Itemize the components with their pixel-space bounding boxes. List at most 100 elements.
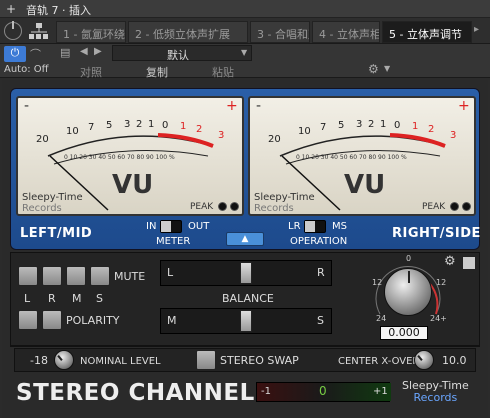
tab-4[interactable]: 4 - 立体声相 — [312, 21, 380, 43]
balance-lr-slider[interactable]: L R — [160, 260, 332, 286]
copy-button[interactable]: 复制 — [146, 64, 168, 80]
right-tick-3: 3 — [356, 119, 363, 130]
polarity-label: POLARITY — [66, 314, 120, 327]
left-pct-scale: 0 10 20 30 40 50 60 70 80 90 100 % — [64, 154, 175, 161]
right-brand: Sleepy-Time Records — [254, 192, 315, 214]
right-brand-sub: Records — [254, 203, 294, 214]
balance-label: BALANCE — [222, 292, 274, 305]
right-tick-1: 1 — [380, 119, 387, 130]
nominal-level-knob[interactable] — [54, 350, 74, 370]
right-tick-7: 7 — [320, 122, 327, 133]
meter-in-out-toggle[interactable] — [160, 220, 182, 233]
preset-selector[interactable]: 默认 ▼ — [112, 45, 252, 62]
balance-r-label: R — [317, 266, 325, 279]
preset-menu-icon[interactable]: ▤ — [60, 46, 70, 59]
tabs-overflow-icon[interactable]: ▸ — [474, 24, 479, 35]
divider — [10, 346, 480, 347]
left-tick-5: 5 — [106, 120, 113, 131]
center-xover-knob[interactable] — [414, 350, 434, 370]
right-tick-20: 20 — [268, 134, 281, 145]
mute-r-button[interactable] — [42, 266, 62, 286]
mute-m-button[interactable] — [66, 266, 86, 286]
polarity-r-button[interactable] — [42, 310, 62, 330]
balance-ms-knob[interactable] — [240, 310, 252, 332]
tab-2[interactable]: 2 - 低频立体声扩展 — [128, 21, 248, 43]
left-brand: Sleepy-Time Records — [22, 192, 83, 214]
plugin-tabbar: 1 - 氤氲环绕 2 - 低频立体声扩展 3 - 合唱和声 4 - 立体声相 5… — [0, 18, 490, 44]
plus-icon[interactable]: + — [6, 2, 16, 16]
gain-readout[interactable]: 0.000 — [380, 326, 428, 340]
left-tick-10: 10 — [66, 126, 79, 137]
plugin-toolbar: ⏻ ⌒ Auto: Off ▤ ◀ ▶ 默认 ▼ 对照 复制 粘贴 ⚙ ▼ — [0, 44, 490, 80]
tab-1[interactable]: 1 - 氤氲环绕 — [56, 21, 126, 43]
preset-name: 默认 — [167, 49, 189, 62]
gain-tick-24-right: 24+ — [430, 314, 447, 323]
right-tick-5: 5 — [338, 120, 345, 131]
left-brand-name: Sleepy-Time — [22, 192, 83, 203]
gain-option-button[interactable] — [462, 256, 476, 270]
auto-status[interactable]: Auto: Off — [4, 64, 49, 75]
mute-l-label: L — [24, 292, 31, 305]
balance-lr-knob[interactable] — [240, 262, 252, 284]
next-preset-icon[interactable]: ▶ — [94, 46, 102, 57]
right-peak-label: PEAK — [422, 202, 446, 212]
right-tick-10: 10 — [298, 126, 311, 137]
balance-ms-slider[interactable]: M S — [160, 308, 332, 334]
operation-toggle[interactable] — [304, 220, 326, 233]
left-tick-7: 7 — [88, 122, 95, 133]
operation-label: OPERATION — [290, 236, 348, 247]
tab-3[interactable]: 3 - 合唱和声 — [250, 21, 310, 43]
left-tick-p1: 1 — [180, 121, 187, 132]
collapse-chevron-up-icon[interactable]: ▲ — [226, 232, 264, 246]
right-tick-p1: 1 — [412, 121, 419, 132]
right-minus: - — [256, 98, 262, 114]
gain-tick-12-left: 12 — [372, 278, 383, 287]
polarity-l-button[interactable] — [18, 310, 38, 330]
mute-m-label: M — [72, 292, 82, 305]
gain-knob[interactable] — [384, 268, 432, 316]
left-brand-sub: Records — [22, 203, 62, 214]
correlation-max-label: +1 — [373, 386, 388, 397]
left-mid-label: LEFT/MID — [20, 226, 93, 241]
balance-s-label: S — [317, 314, 324, 327]
mute-label: MUTE — [114, 270, 146, 283]
left-tick-p2: 2 — [196, 124, 203, 135]
paste-button[interactable]: 粘贴 — [212, 64, 234, 80]
correlation-min-label: -1 — [261, 386, 271, 397]
gear-icon[interactable]: ⚙ — [368, 62, 379, 76]
automation-icon[interactable]: ⌒ — [30, 46, 41, 62]
correlation-meter: -1 0 +1 — [256, 382, 391, 402]
prev-preset-icon[interactable]: ◀ — [80, 46, 88, 57]
mute-s-label: S — [96, 292, 103, 305]
balance-l-label: L — [167, 266, 174, 279]
mute-s-button[interactable] — [90, 266, 110, 286]
meter-in-label: IN — [146, 221, 157, 232]
left-plus: + — [226, 98, 238, 114]
meter-label: METER — [156, 236, 191, 247]
operation-ms-label: MS — [332, 221, 347, 232]
power-icon[interactable] — [4, 21, 22, 40]
routing-icon[interactable] — [28, 22, 50, 40]
left-vu-label: VU — [112, 170, 154, 200]
footer-brand: Sleepy-Time Records — [402, 380, 469, 404]
stereo-swap-button[interactable] — [196, 350, 216, 370]
settings-chevron-icon[interactable]: ▼ — [384, 64, 390, 73]
tab-5[interactable]: 5 - 立体声调节 — [382, 21, 472, 43]
left-minus: - — [24, 98, 30, 114]
right-vu-label: VU — [344, 170, 386, 200]
center-xover-value: 10.0 — [442, 354, 467, 367]
left-tick-0: 0 — [162, 120, 169, 131]
mute-r-label: R — [48, 292, 56, 305]
center-xover-label: CENTER X-OVER — [338, 356, 420, 367]
right-plus: + — [458, 98, 470, 114]
mute-l-button[interactable] — [18, 266, 38, 286]
window-titlebar: + 音轨 7 · 插入 — [0, 0, 490, 18]
right-tick-0: 0 — [394, 120, 401, 131]
gain-tick-12-right: 12 — [436, 278, 447, 287]
right-vu-meter: - + 20 10 7 5 3 2 1 0 1 2 3 0 10 20 30 4… — [248, 96, 476, 216]
right-peak-led-1 — [450, 202, 459, 211]
nominal-level-label: NOMINAL LEVEL — [80, 356, 161, 367]
bypass-power-icon[interactable]: ⏻ — [4, 46, 26, 62]
compare-button[interactable]: 对照 — [80, 64, 102, 80]
stereo-swap-label: STEREO SWAP — [220, 354, 299, 367]
